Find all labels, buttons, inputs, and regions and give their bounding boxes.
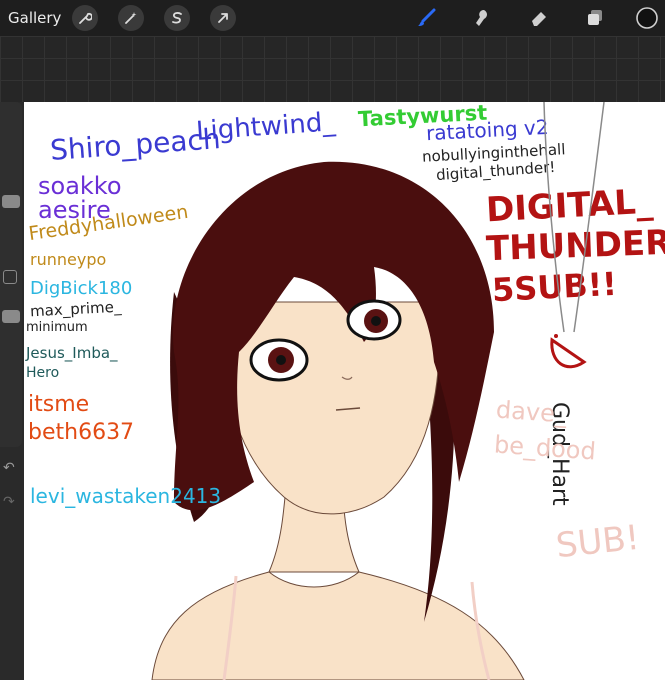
name-jesus-imba: Jesus_Imba_ [26, 344, 118, 362]
left-sidebar: ↶ ↷ [0, 102, 24, 680]
lanyard-lines [543, 102, 605, 333]
color-swatch-icon[interactable] [634, 5, 660, 31]
transform-arrow-icon[interactable] [210, 5, 236, 31]
name-itsme: itsme [28, 392, 90, 417]
name-runneypo: runneypo [30, 250, 107, 269]
name-levi: levi_wastaken2413 [30, 484, 222, 508]
top-toolbar: Gallery [0, 0, 665, 36]
opacity-slider[interactable] [2, 310, 20, 323]
redo-icon[interactable]: ↷ [3, 494, 15, 510]
brush-icon[interactable] [414, 5, 440, 31]
name-beth: beth6637 [28, 420, 135, 445]
name-hero: Hero [26, 365, 60, 381]
sidebar-panel [0, 102, 22, 447]
smudge-icon[interactable] [468, 5, 494, 31]
magic-wand-icon[interactable] [118, 5, 144, 31]
layers-icon[interactable] [582, 5, 608, 31]
drawing-canvas[interactable]: Shiro_peach Lightwind_ Tastywurst ratato… [24, 102, 665, 680]
modify-button[interactable] [3, 270, 17, 284]
name-minimum: minimum [26, 320, 88, 335]
eraser-icon[interactable] [526, 5, 552, 31]
workspace-background [0, 36, 665, 102]
brush-size-slider[interactable] [2, 195, 20, 208]
selection-icon[interactable] [164, 5, 190, 31]
name-dave: dave_ [495, 395, 568, 429]
wrench-icon[interactable] [72, 5, 98, 31]
gallery-button[interactable]: Gallery [8, 9, 61, 27]
undo-icon[interactable]: ↶ [3, 460, 15, 476]
name-digbick: DigBick180 [30, 278, 133, 299]
